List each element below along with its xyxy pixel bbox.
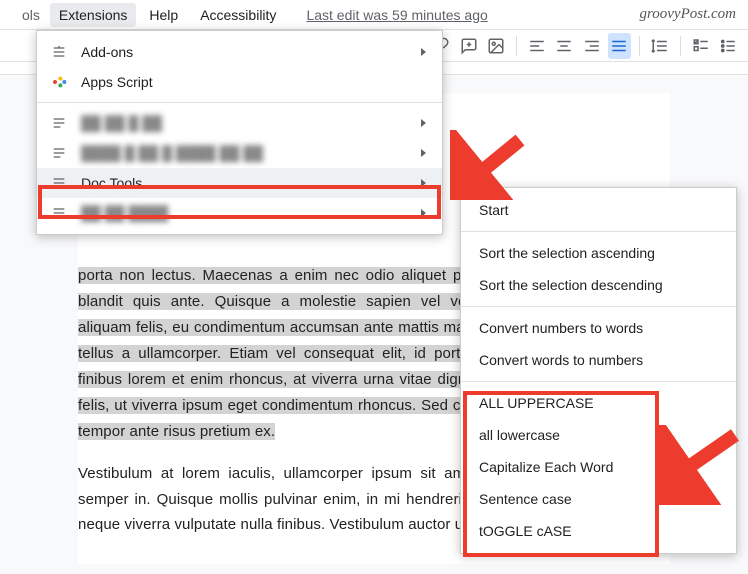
separator <box>461 231 736 232</box>
separator <box>461 306 736 307</box>
align-right-button[interactable] <box>580 33 604 59</box>
line-spacing-button[interactable] <box>648 33 672 59</box>
extension-label-blurred: ████ █ ██ █ ████ ██ ██ <box>81 145 408 161</box>
chevron-right-icon <box>421 149 426 157</box>
align-left-button[interactable] <box>525 33 549 59</box>
separator <box>461 381 736 382</box>
add-comment-button[interactable] <box>457 33 481 59</box>
accessibility-menu[interactable]: Accessibility <box>191 3 285 27</box>
words-to-num-item[interactable]: Convert words to numbers <box>461 344 736 376</box>
num-to-words-item[interactable]: Convert numbers to words <box>461 312 736 344</box>
capitalize-each-word-item[interactable]: Capitalize Each Word <box>461 451 736 483</box>
addons-menu-item[interactable]: Add-ons <box>37 37 442 67</box>
chevron-right-icon <box>421 179 426 187</box>
align-center-button[interactable] <box>552 33 576 59</box>
divider <box>516 36 517 56</box>
sort-desc-item[interactable]: Sort the selection descending <box>461 269 736 301</box>
sentence-case-item[interactable]: Sentence case <box>461 483 736 515</box>
start-item[interactable]: Start <box>461 194 736 226</box>
menu-bar: ols Extensions Help Accessibility Last e… <box>0 0 748 30</box>
all-uppercase-item[interactable]: ALL UPPERCASE <box>461 387 736 419</box>
extensions-menu[interactable]: Extensions <box>50 3 136 27</box>
chevron-right-icon <box>421 119 426 127</box>
extension-label-blurred: ██ ██ ████ <box>81 205 408 221</box>
doc-tools-menu-item[interactable]: Doc Tools <box>37 168 442 198</box>
sort-asc-item[interactable]: Sort the selection ascending <box>461 237 736 269</box>
extension-label-blurred: ██ ██ █ ██ <box>81 115 408 131</box>
separator <box>37 102 442 103</box>
extension-icon <box>50 204 68 222</box>
bulleted-list-button[interactable] <box>716 33 740 59</box>
addons-icon <box>50 43 68 61</box>
chevron-right-icon <box>421 48 426 56</box>
brand-watermark: groovyPost.com <box>639 6 736 23</box>
extension-icon <box>50 144 68 162</box>
tools-menu-fragment: ols <box>16 3 46 27</box>
insert-image-button[interactable] <box>484 33 508 59</box>
chevron-right-icon <box>421 209 426 217</box>
checklist-button[interactable] <box>689 33 713 59</box>
toggle-case-item[interactable]: tOGGLE cASE <box>461 515 736 547</box>
apps-script-label: Apps Script <box>81 74 426 90</box>
all-lowercase-item[interactable]: all lowercase <box>461 419 736 451</box>
extension-icon <box>50 114 68 132</box>
doc-tools-label: Doc Tools <box>81 175 408 191</box>
extension-icon <box>50 174 68 192</box>
divider <box>680 36 681 56</box>
extensions-dropdown: Add-ons Apps Script ██ ██ █ ██ ████ █ ██… <box>36 30 443 235</box>
addons-label: Add-ons <box>81 44 408 60</box>
apps-script-menu-item[interactable]: Apps Script <box>37 67 442 97</box>
last-edit-link[interactable]: Last edit was 59 minutes ago <box>306 7 487 23</box>
help-menu[interactable]: Help <box>140 3 187 27</box>
divider <box>639 36 640 56</box>
doc-tools-submenu: Start Sort the selection ascending Sort … <box>460 187 737 554</box>
extension-item-2[interactable]: ████ █ ██ █ ████ ██ ██ <box>37 138 442 168</box>
align-justify-button[interactable] <box>608 33 632 59</box>
apps-script-icon <box>50 73 68 91</box>
extension-item-1[interactable]: ██ ██ █ ██ <box>37 108 442 138</box>
extension-item-4[interactable]: ██ ██ ████ <box>37 198 442 228</box>
